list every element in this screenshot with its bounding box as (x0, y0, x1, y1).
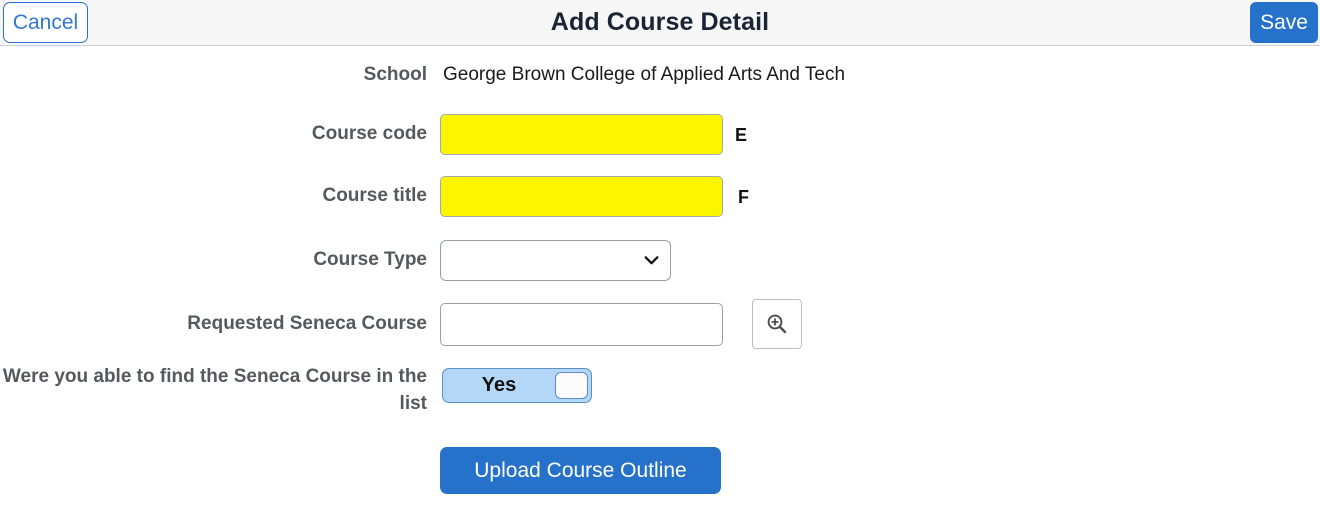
course-type-select[interactable] (440, 240, 671, 281)
course-type-label: Course Type (313, 249, 427, 270)
app-header: Cancel Add Course Detail Save (0, 0, 1320, 46)
found-seneca-course-label: Were you able to find the Seneca Course … (2, 366, 427, 414)
course-type-select-wrap (440, 240, 671, 281)
course-code-label: Course code (311, 123, 427, 144)
toggle-state-label: Yes (481, 374, 517, 396)
page-title: Add Course Detail (550, 8, 770, 36)
course-code-annotation: E (735, 125, 748, 145)
found-seneca-course-toggle[interactable]: Yes (442, 368, 592, 403)
school-value: George Brown College of Applied Arts And… (443, 64, 846, 85)
school-label: School (363, 64, 427, 85)
save-button[interactable]: Save (1250, 2, 1318, 43)
search-zoom-in-icon (767, 314, 787, 334)
upload-course-outline-button[interactable]: Upload Course Outline (440, 447, 721, 494)
course-title-annotation: F (738, 187, 749, 207)
course-code-input[interactable] (440, 114, 723, 155)
course-title-label: Course title (322, 185, 427, 206)
requested-seneca-course-label: Requested Seneca Course (187, 313, 427, 334)
seneca-course-lookup-button[interactable] (752, 299, 802, 349)
toggle-knob[interactable] (555, 372, 588, 399)
course-detail-form: School George Brown College of Applied A… (0, 46, 1320, 517)
course-title-input[interactable] (440, 176, 723, 217)
requested-seneca-course-input[interactable] (440, 303, 723, 346)
